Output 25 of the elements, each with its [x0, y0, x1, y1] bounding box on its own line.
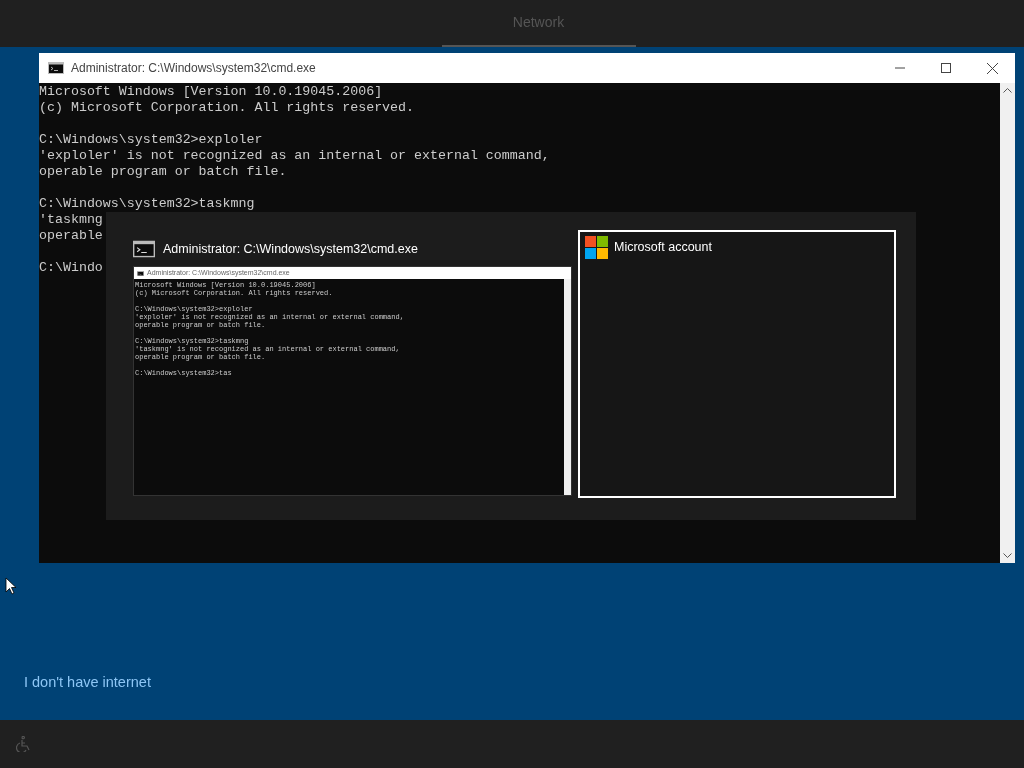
console-line: C:\Windo	[39, 260, 103, 276]
console-icon	[137, 270, 144, 276]
console-icon	[133, 240, 155, 258]
scrollbar[interactable]	[1000, 83, 1015, 563]
window-title: Administrator: C:\Windows\system32\cmd.exe	[71, 60, 316, 77]
maximize-icon[interactable]	[941, 63, 951, 73]
scrollbar[interactable]	[564, 279, 571, 495]
four-squares-logo-icon	[585, 236, 608, 259]
scroll-down-icon[interactable]	[1003, 553, 1012, 559]
console-line: operable	[39, 228, 103, 244]
console-line: C:\Windows\system32>taskmng	[39, 196, 255, 212]
thumbnail-title: Microsoft account	[614, 239, 712, 257]
console-line: C:\Windows\system32>exploler	[39, 132, 263, 148]
console-line: Microsoft Windows [Version 10.0.19045.2006]	[39, 84, 383, 100]
mouse-pointer-icon	[5, 577, 17, 595]
scroll-up-icon[interactable]	[1003, 87, 1012, 93]
console-line: (c) Microsoft Corporation. All rights reserved.	[39, 100, 415, 116]
close-icon[interactable]	[987, 62, 998, 74]
offline-link[interactable]: I don't have internet	[24, 674, 151, 690]
app-thumbnail[interactable]: Microsoft account	[578, 230, 896, 498]
console-line: 'exploler' is not recognized as an internal or external command,	[39, 148, 550, 164]
thumbnail-title: Administrator: C:\Windows\system32\cmd.exe	[163, 240, 418, 258]
console-icon	[48, 62, 64, 74]
console-line: 'taskmng	[39, 212, 103, 228]
console-line: operable program or batch file.	[39, 164, 287, 180]
